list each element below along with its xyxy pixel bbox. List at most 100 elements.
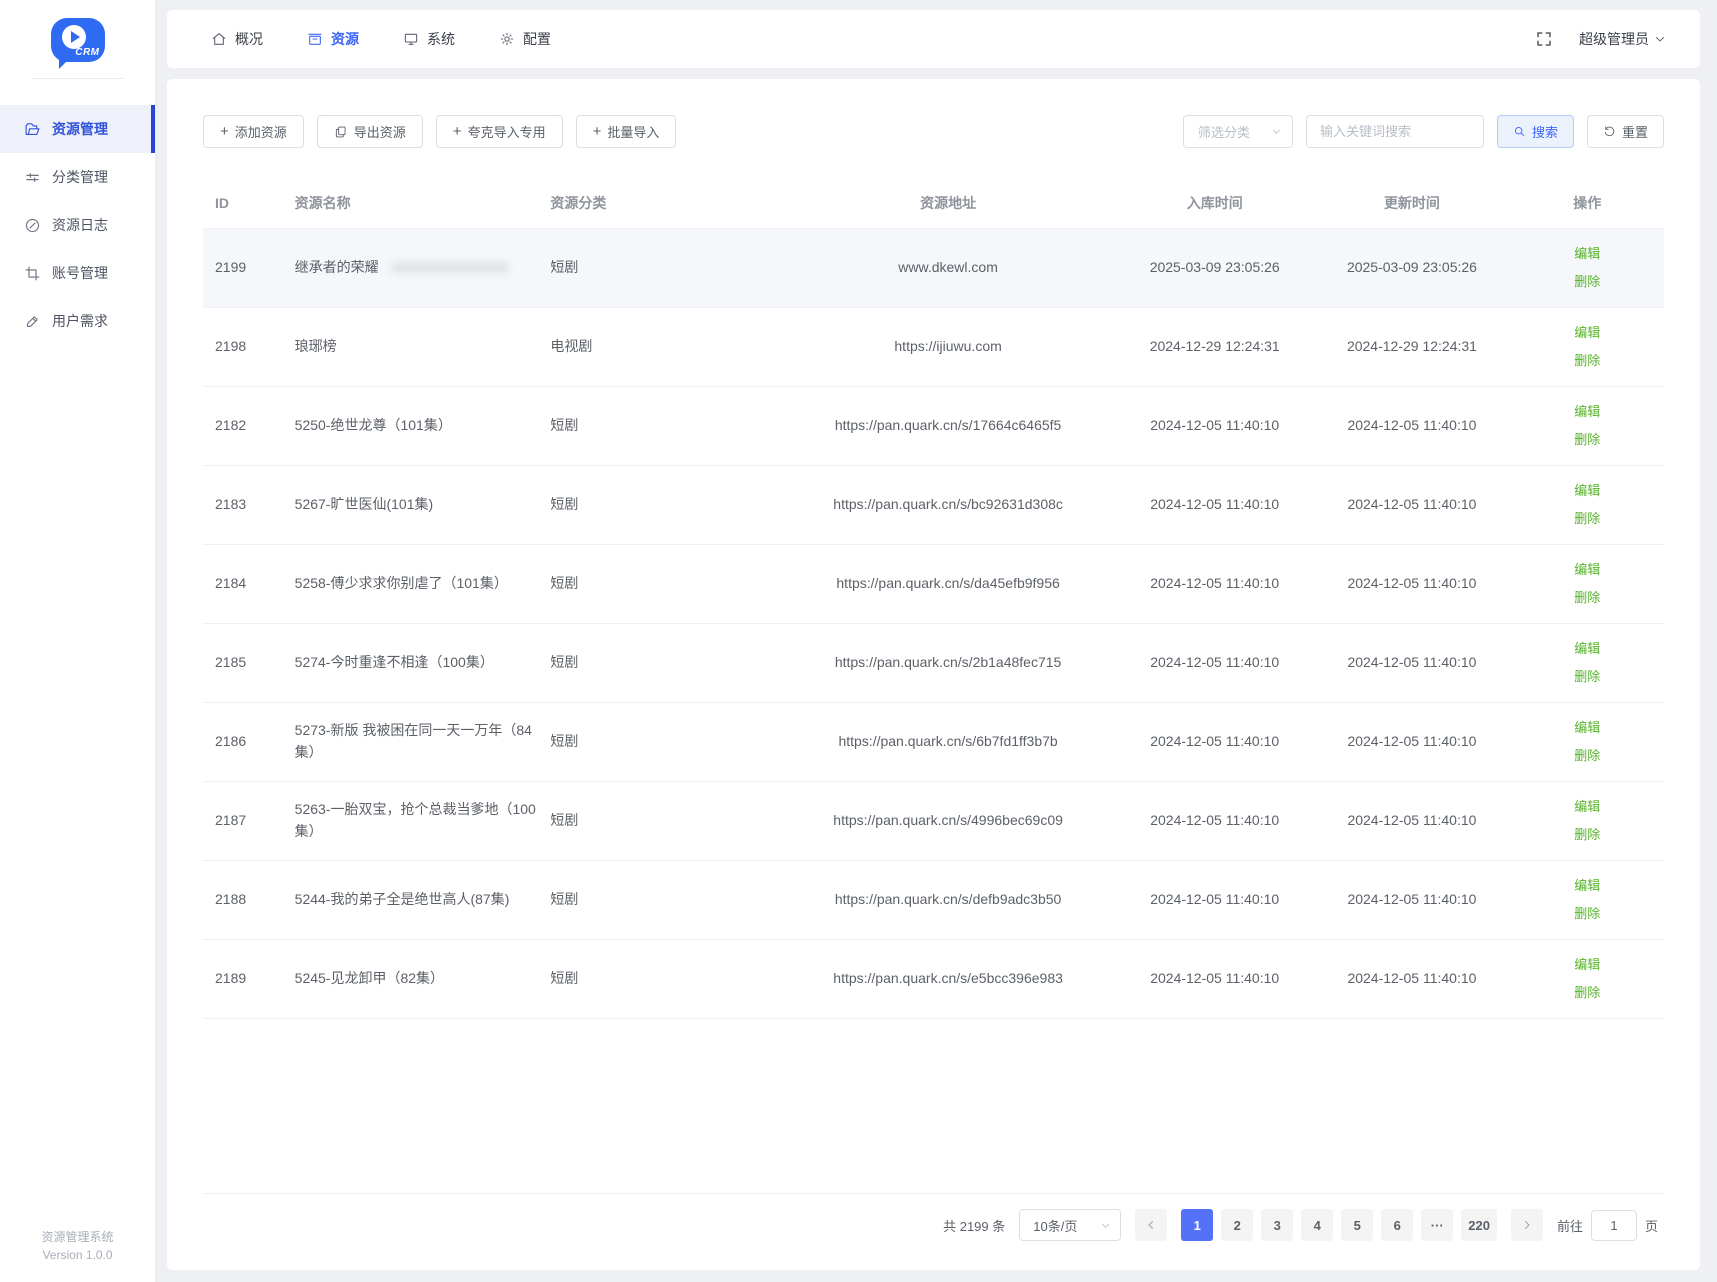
cell-resource-url: www.dkewl.com	[780, 228, 1116, 307]
table-row[interactable]: 2189 5245-见龙卸甲（82集） 短剧 https://pan.quark…	[203, 939, 1664, 1018]
delete-link[interactable]: 删除	[1515, 821, 1660, 848]
table-row[interactable]: 2199 继承者的荣耀 短剧 www.dkewl.com 2025-03-09 …	[203, 228, 1664, 307]
user-menu[interactable]: 超级管理员	[1579, 29, 1666, 49]
page-button-4[interactable]: 4	[1301, 1209, 1333, 1241]
copy-doc-icon	[334, 125, 348, 139]
prev-page-button[interactable]	[1135, 1209, 1167, 1241]
delete-link[interactable]: 删除	[1515, 347, 1660, 374]
goto-suffix-label: 页	[1645, 1216, 1658, 1235]
category-filter-select[interactable]: 筛选分类	[1183, 115, 1293, 148]
cell-id: 2199	[203, 228, 291, 307]
delete-link[interactable]: 删除	[1515, 584, 1660, 611]
table-row[interactable]: 2188 5244-我的弟子全是绝世高人(87集) 短剧 https://pan…	[203, 860, 1664, 939]
table-row[interactable]: 2187 5263-一胎双宝，抢个总裁当爹地（100集） 短剧 https://…	[203, 781, 1664, 860]
delete-link[interactable]: 删除	[1515, 505, 1660, 532]
cell-resource-name: 5244-我的弟子全是绝世高人(87集)	[291, 860, 547, 939]
page-button-1[interactable]: 1	[1181, 1209, 1213, 1241]
export-resource-button[interactable]: 导出资源	[317, 115, 423, 148]
cell-created-time: 2024-12-05 11:40:10	[1116, 465, 1313, 544]
crop-icon	[24, 265, 41, 282]
cell-created-time: 2024-12-05 11:40:10	[1116, 702, 1313, 781]
sidebar-item-user-requests[interactable]: 用户需求	[0, 297, 155, 345]
delete-link[interactable]: 删除	[1515, 663, 1660, 690]
table-row[interactable]: 2186 5273-新版 我被困在同一天一万年（84集） 短剧 https://…	[203, 702, 1664, 781]
sidebar-item-account-management[interactable]: 账号管理	[0, 249, 155, 297]
sidebar-item-resource-log[interactable]: 资源日志	[0, 201, 155, 249]
sidebar-item-resource-management[interactable]: 资源管理	[0, 105, 155, 153]
logo-bubble-icon: CRM	[51, 18, 105, 62]
edit-link[interactable]: 编辑	[1515, 872, 1660, 899]
plus-icon: +	[453, 124, 462, 139]
log-icon	[24, 217, 41, 234]
edit-link[interactable]: 编辑	[1515, 398, 1660, 425]
quark-import-label: 夸克导入专用	[468, 122, 546, 141]
nav-tab-resources[interactable]: 资源	[307, 29, 359, 49]
resource-name: 5250-绝世龙尊（101集）	[295, 417, 452, 433]
chevron-down-icon	[1100, 1220, 1111, 1231]
delete-link[interactable]: 删除	[1515, 268, 1660, 295]
goto-page-input[interactable]	[1591, 1210, 1637, 1241]
sidebar-item-category-management[interactable]: 分类管理	[0, 153, 155, 201]
nav-tab-system[interactable]: 系统	[403, 29, 455, 49]
quark-import-button[interactable]: + 夸克导入专用	[436, 115, 563, 148]
cell-actions: 编辑 删除	[1511, 623, 1664, 702]
delete-link[interactable]: 删除	[1515, 979, 1660, 1006]
resource-name: 5273-新版 我被困在同一天一万年（84集）	[295, 722, 532, 760]
cell-updated-time: 2024-12-05 11:40:10	[1313, 702, 1510, 781]
logo-divider	[32, 78, 124, 79]
nav-tab-overview[interactable]: 概况	[211, 29, 263, 49]
page-button-5[interactable]: 5	[1341, 1209, 1373, 1241]
table-row[interactable]: 2185 5274-今时重逢不相逢（100集） 短剧 https://pan.q…	[203, 623, 1664, 702]
add-resource-button[interactable]: + 添加资源	[203, 115, 304, 148]
table-header: ID 资源名称 资源分类 资源地址 入库时间 更新时间 操作	[203, 178, 1664, 228]
page-ellipsis-button[interactable]: ···	[1421, 1209, 1453, 1241]
page-button-3[interactable]: 3	[1261, 1209, 1293, 1241]
cell-resource-name: 5267-旷世医仙(101集)	[291, 465, 547, 544]
edit-link[interactable]: 编辑	[1515, 793, 1660, 820]
delete-link[interactable]: 删除	[1515, 742, 1660, 769]
search-button[interactable]: 搜索	[1497, 115, 1574, 148]
table-row[interactable]: 2183 5267-旷世医仙(101集) 短剧 https://pan.quar…	[203, 465, 1664, 544]
delete-link[interactable]: 删除	[1515, 426, 1660, 453]
app-version: Version 1.0.0	[0, 1246, 155, 1264]
cell-actions: 编辑 删除	[1511, 939, 1664, 1018]
cell-created-time: 2024-12-05 11:40:10	[1116, 939, 1313, 1018]
cell-id: 2184	[203, 544, 291, 623]
nav-tab-label: 系统	[427, 29, 455, 49]
fullscreen-icon	[1535, 30, 1553, 48]
nav-tab-config[interactable]: 配置	[499, 29, 551, 49]
edit-link[interactable]: 编辑	[1515, 951, 1660, 978]
fullscreen-button[interactable]	[1535, 30, 1553, 48]
resource-name: 5263-一胎双宝，抢个总裁当爹地（100集）	[295, 801, 536, 839]
edit-link[interactable]: 编辑	[1515, 635, 1660, 662]
delete-link[interactable]: 删除	[1515, 900, 1660, 927]
batch-import-button[interactable]: + 批量导入	[576, 115, 677, 148]
app-system-name: 资源管理系统	[0, 1228, 155, 1246]
edit-link[interactable]: 编辑	[1515, 714, 1660, 741]
reset-button[interactable]: 重置	[1587, 115, 1664, 148]
column-header-actions: 操作	[1511, 178, 1664, 228]
page-button-220[interactable]: 220	[1461, 1209, 1497, 1241]
table-row[interactable]: 2184 5258-傅少求求你别虐了（101集） 短剧 https://pan.…	[203, 544, 1664, 623]
cell-resource-name: 5258-傅少求求你别虐了（101集）	[291, 544, 547, 623]
edit-link[interactable]: 编辑	[1515, 319, 1660, 346]
table-row[interactable]: 2198 琅琊榜 电视剧 https://ijiuwu.com 2024-12-…	[203, 307, 1664, 386]
cell-resource-name: 5250-绝世龙尊（101集）	[291, 386, 547, 465]
cell-category: 短剧	[546, 228, 780, 307]
cell-updated-time: 2025-03-09 23:05:26	[1313, 228, 1510, 307]
edit-link[interactable]: 编辑	[1515, 477, 1660, 504]
toolbar-buttons: + 添加资源 导出资源 + 夸克导入专用 + 批量导入	[203, 115, 676, 148]
cell-id: 2187	[203, 781, 291, 860]
edit-link[interactable]: 编辑	[1515, 240, 1660, 267]
keyword-search-input[interactable]	[1306, 115, 1484, 148]
cell-category: 短剧	[546, 465, 780, 544]
app-root: CRM 资源管理 分类管理 资源日志 账号管理 用户需	[0, 0, 1717, 1282]
page-size-select[interactable]: 10条/页	[1019, 1209, 1121, 1241]
next-page-button[interactable]	[1511, 1209, 1543, 1241]
cell-id: 2198	[203, 307, 291, 386]
goto-page: 前往 页	[1557, 1210, 1658, 1241]
edit-link[interactable]: 编辑	[1515, 556, 1660, 583]
page-button-6[interactable]: 6	[1381, 1209, 1413, 1241]
page-button-2[interactable]: 2	[1221, 1209, 1253, 1241]
table-row[interactable]: 2182 5250-绝世龙尊（101集） 短剧 https://pan.quar…	[203, 386, 1664, 465]
